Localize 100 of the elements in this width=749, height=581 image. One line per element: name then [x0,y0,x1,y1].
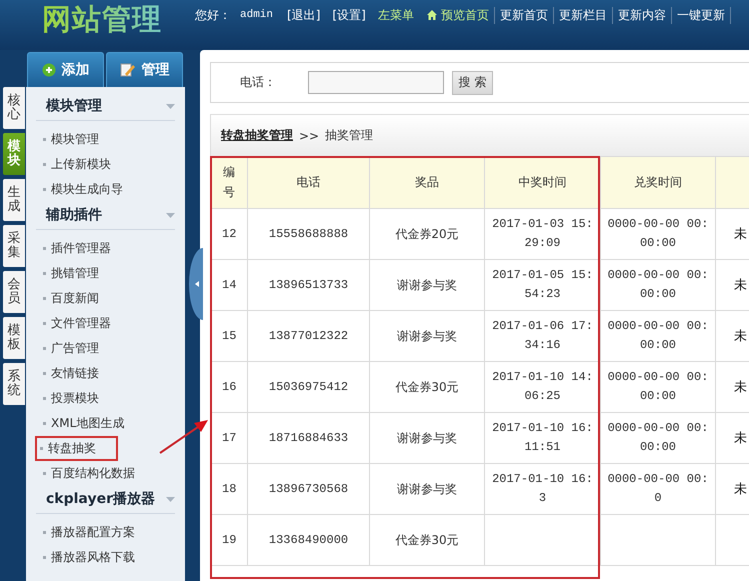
column-header: 编号 [210,156,248,208]
table-cell-text: 0000-00-00 00:0 [606,471,710,507]
side-tab[interactable]: 模板 [3,317,25,359]
menu-item[interactable]: 模块管理 [40,129,102,150]
menu-item[interactable]: 插件管理器 [40,238,114,259]
nav-link[interactable]: [设置] [332,6,366,24]
table-cell-text: 13896513733 [268,278,350,292]
table-cell-text: 0000-00-00 00:00:00 [606,267,710,303]
side-tab[interactable]: 会员 [3,271,25,313]
menu-item[interactable]: 上传新模块 [40,154,114,175]
collapse-handle[interactable] [189,248,203,320]
table-cell-text: 17 [221,431,238,445]
nav-link[interactable]: 预览首页 [426,6,495,24]
table-cell-text: 代金券30元 [394,378,460,396]
table-cell-text: 19 [221,533,238,547]
bullet-icon [43,163,46,166]
table-cell-text: 0000-00-00 00:00:00 [606,318,710,354]
table-cell-text: 18716884633 [268,431,350,445]
greeting: 您好： [195,6,231,24]
add-icon [42,63,56,77]
table-cell-text: 2017-01-10 14:06:25 [491,369,594,405]
pointer-arrow [159,420,208,454]
breadcrumb-separator: >> [299,128,320,142]
table-cell-text: 2017-01-06 17:34:16 [491,318,594,354]
table-cell-text: 代金券20元 [394,226,460,242]
side-tab[interactable]: 核心 [3,87,25,129]
table-cell-text: 谢谢参与奖 [396,480,458,498]
menu-item[interactable]: 转盘抽奖 [37,438,116,459]
edit-icon [120,62,136,78]
phone-input[interactable] [308,71,444,94]
column-header: 兑奖时间 [600,156,716,208]
menu-item[interactable]: 广告管理 [40,338,102,359]
table-cell-text: 15036975412 [268,380,350,394]
nav-link[interactable]: 更新首页 [500,6,554,24]
bullet-icon [43,188,46,191]
phone-label: 电话： [240,74,277,91]
action-button[interactable]: 添加 [27,52,104,87]
table-cell-text: 代金券30元 [394,532,460,548]
table-cell-text: 14 [221,278,238,292]
caret-icon[interactable] [166,496,175,502]
menu-item[interactable]: 投票模块 [40,388,102,409]
table-cell-text: 15 [221,329,238,343]
menu-item[interactable]: 播放器风格下载 [40,547,138,568]
side-tab[interactable]: 生成 [3,179,25,221]
breadcrumb-link[interactable]: 转盘抽奖管理 [221,127,293,144]
table-cell-text: 未 [733,430,748,447]
nav-link[interactable]: [退出] [287,6,320,24]
home-icon [426,9,438,21]
table-cell-text: 2017-01-10 16:3 [491,471,594,507]
table-cell-text: 未 [733,277,748,294]
table-cell-text: 2017-01-03 15:29:09 [491,216,594,252]
table-cell-text: 2017-01-10 16:11:51 [491,420,594,456]
bullet-icon [43,347,46,350]
table-cell-text: 谢谢参与奖 [396,430,458,446]
caret-icon[interactable] [166,104,175,108]
table-cell-text: 谢谢参与奖 [396,276,458,294]
table-cell-text: 13368490000 [268,533,350,547]
table-cell-text: 12 [221,227,238,241]
bullet-icon [43,472,46,475]
nav-link[interactable]: 更新栏目 [558,6,613,24]
menu-item[interactable]: 百度新闻 [40,288,102,309]
search-button[interactable]: 搜 索 [452,70,493,94]
menu-item[interactable]: XML地图生成 [40,413,128,434]
bullet-icon [43,397,46,400]
table-cell-text: 0000-00-00 00:00:00 [606,216,710,252]
nav-link[interactable]: 更新内容 [618,6,672,24]
action-button[interactable]: 管理 [106,52,183,87]
bullet-icon [43,322,46,325]
section-title[interactable]: 模块管理 [46,97,102,115]
menu-item[interactable]: 百度结构化数据 [40,463,138,484]
bullet-icon [43,297,46,300]
menu-item[interactable]: 友情链接 [40,363,102,384]
side-tab[interactable]: 模块 [3,133,25,175]
table-cell-text: 0000-00-00 00:00:00 [606,369,710,405]
column-header: 电话 [248,156,370,208]
nav-link[interactable]: 一键更新 [676,6,731,24]
menu-item[interactable]: 播放器配置方案 [40,522,138,543]
nav-link[interactable]: 左菜单 [378,6,414,24]
bullet-icon [43,531,46,534]
bullet-icon [43,422,46,425]
section-title[interactable]: ckplayer播放器 [46,490,155,508]
table-cell-text: 13877012322 [268,329,350,343]
table-cell-text: 谢谢参与奖 [396,328,458,344]
bullet-icon [43,556,46,559]
table-cell-text: 18 [221,482,238,496]
table-cell-text: 未 [733,226,748,243]
bullet-icon [43,138,46,141]
menu-item[interactable]: 文件管理器 [40,313,114,334]
caret-icon[interactable] [166,212,175,218]
username: admin [240,9,274,21]
side-tab[interactable]: 系统 [3,363,25,405]
menu-item[interactable]: 模块生成向导 [40,179,126,200]
breadcrumb-current: 抽奖管理 [325,127,374,144]
bullet-icon [43,272,46,275]
section-title[interactable]: 辅助插件 [46,206,102,224]
column-header: 中奖时间 [484,156,600,208]
bullet-icon [43,372,46,375]
menu-item[interactable]: 挑错管理 [40,263,102,284]
side-tab[interactable]: 采集 [3,225,25,267]
table-cell-text: 未 [733,379,748,396]
